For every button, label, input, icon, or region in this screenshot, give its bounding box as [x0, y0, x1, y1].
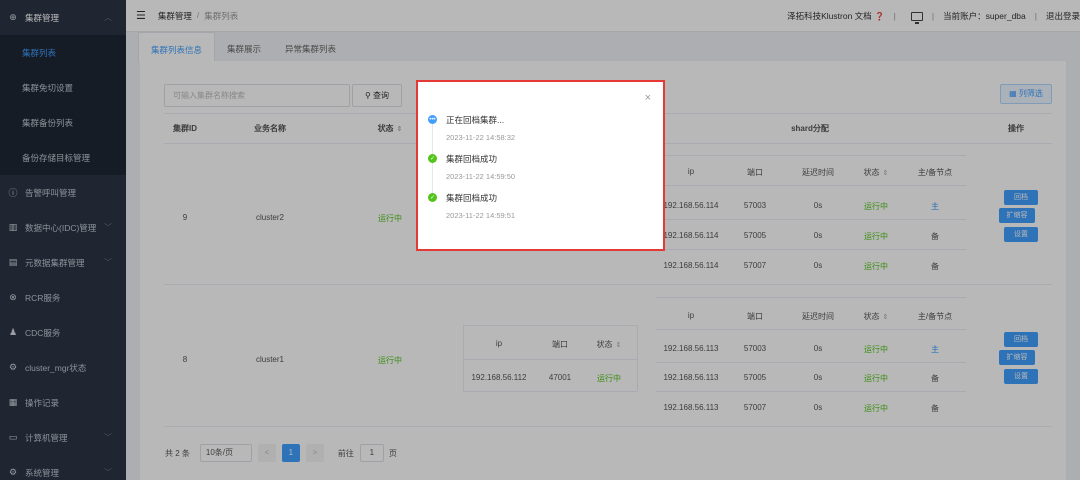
timeline-title: 集群回档成功: [446, 193, 498, 203]
timeline-title: 正在回档集群...: [446, 115, 505, 125]
close-icon[interactable]: ×: [645, 92, 651, 104]
timeline-time: 2023-11-22 14:58:32: [446, 133, 516, 142]
check-icon: ✓: [428, 193, 437, 202]
rollback-progress-dialog: × ••• 正在回档集群... 2023-11-22 14:58:32 ✓ 集群…: [416, 80, 665, 251]
timeline-item: ••• 正在回档集群... 2023-11-22 14:58:32: [428, 114, 648, 153]
timeline-title: 集群回档成功: [446, 154, 498, 164]
rollback-timeline: ••• 正在回档集群... 2023-11-22 14:58:32 ✓ 集群回档…: [428, 114, 648, 231]
timeline-time: 2023-11-22 14:59:51: [446, 211, 516, 220]
loading-dot-icon: •••: [428, 115, 437, 124]
timeline-item: ✓ 集群回档成功 2023-11-22 14:59:51: [428, 192, 648, 231]
timeline-item: ✓ 集群回档成功 2023-11-22 14:59:50: [428, 153, 648, 192]
check-icon: ✓: [428, 154, 437, 163]
timeline-time: 2023-11-22 14:59:50: [446, 172, 516, 181]
